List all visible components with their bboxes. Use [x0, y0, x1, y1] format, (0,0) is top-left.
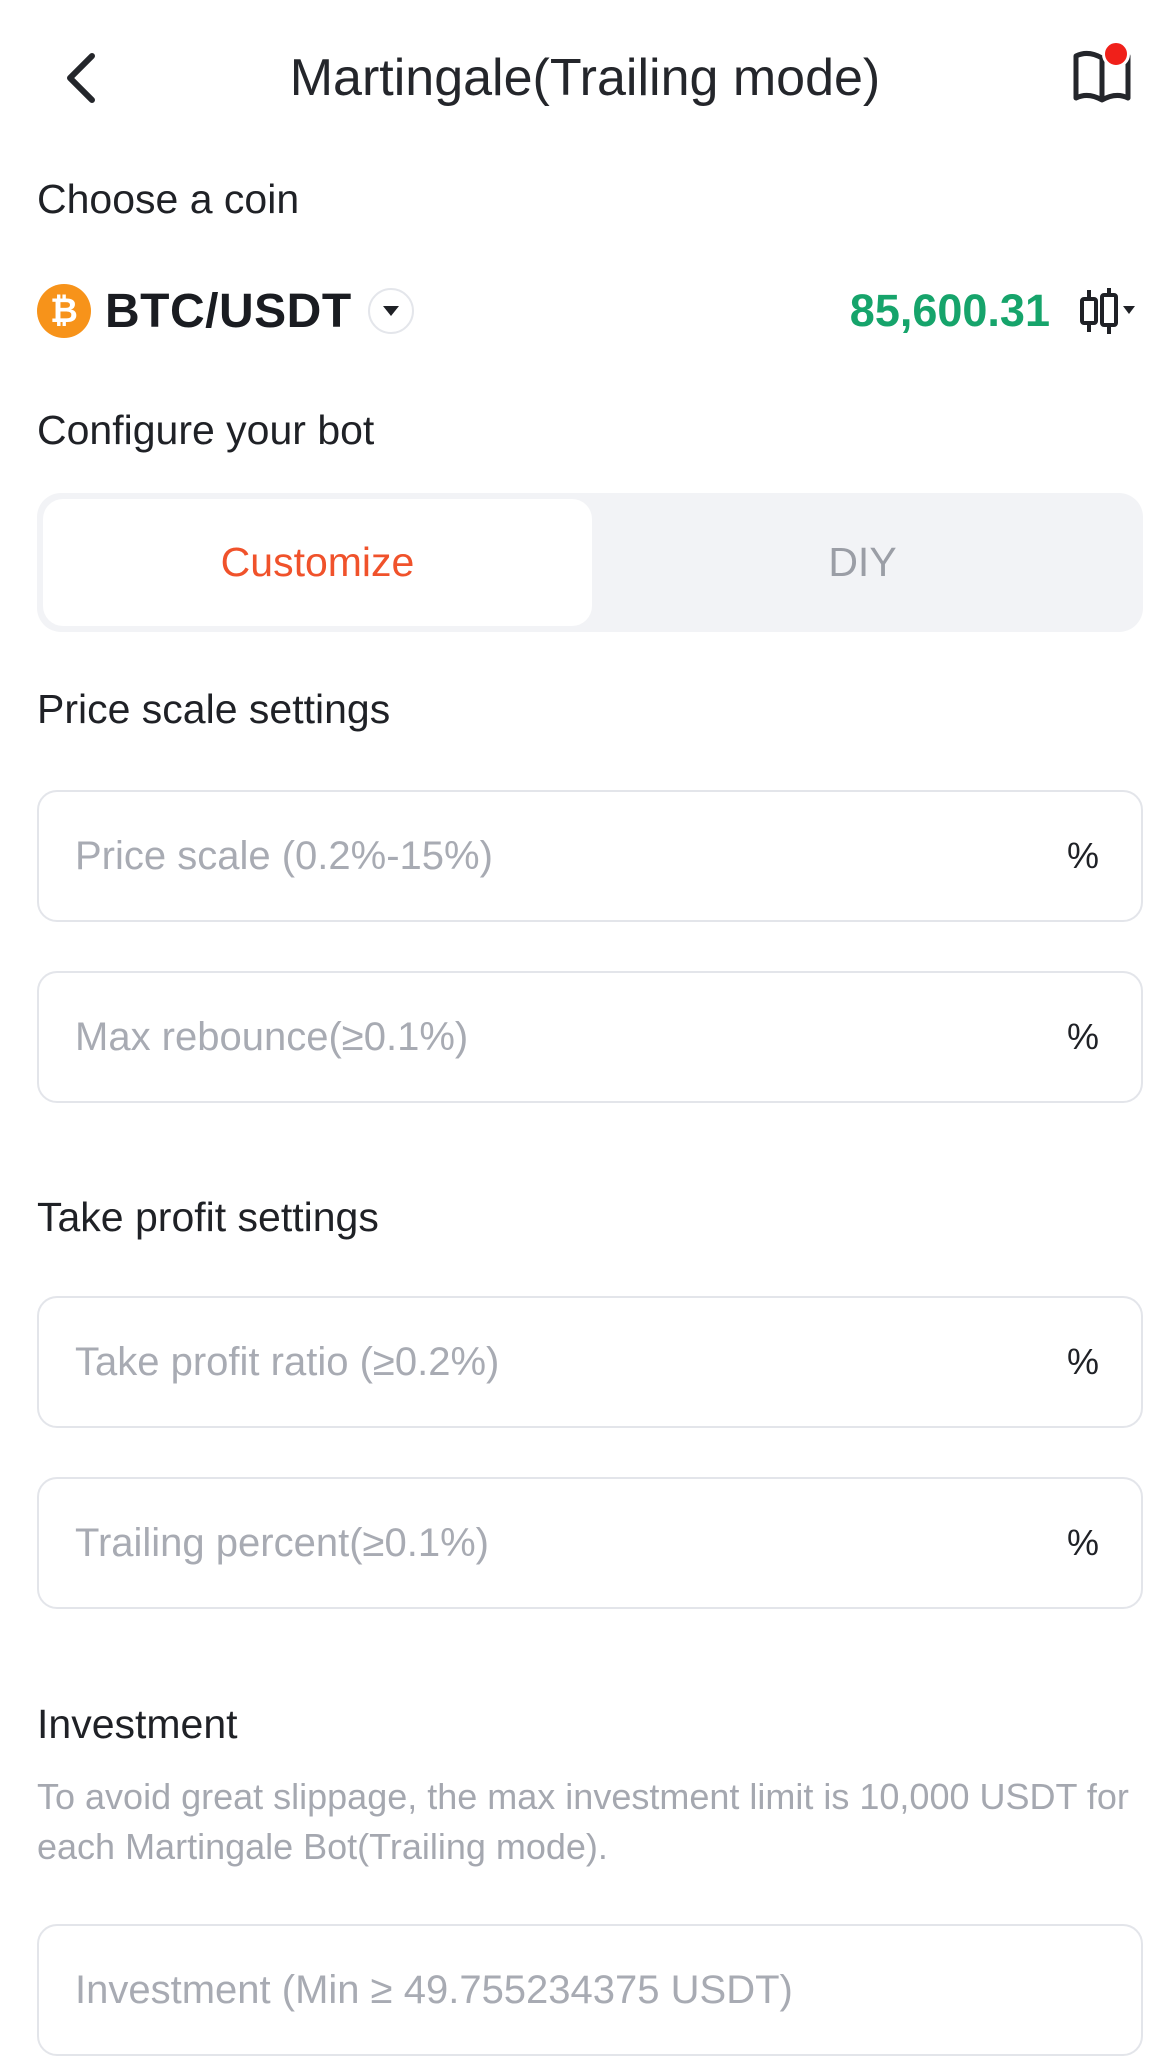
mode-toggle: Customize DIY [37, 493, 1143, 632]
candlestick-chart-icon [1080, 288, 1135, 334]
tab-customize[interactable]: Customize [43, 499, 592, 626]
percent-unit: % [1066, 1522, 1099, 1563]
price-scale-input[interactable] [75, 792, 1021, 920]
investment-field [37, 1924, 1143, 2056]
back-button[interactable] [48, 42, 112, 114]
coin-row: ₿ BTC/USDT 85,600.31 [37, 276, 1140, 346]
trailing-percent-input[interactable] [75, 1479, 1021, 1607]
percent-unit: % [1066, 1016, 1099, 1057]
investment-note: To avoid great slippage, the max investm… [37, 1776, 1129, 1867]
take-profit-ratio-field: % [37, 1296, 1143, 1428]
take-profit-ratio-input[interactable] [75, 1298, 1021, 1426]
price-scale-settings-label: Price scale settings [37, 686, 391, 732]
notification-dot [1102, 40, 1130, 68]
bitcoin-icon: ₿ [37, 284, 91, 338]
guide-button[interactable] [1060, 36, 1144, 120]
page-title: Martingale(Trailing mode) [289, 49, 881, 107]
chart-button[interactable] [1076, 284, 1140, 338]
max-rebounce-input[interactable] [75, 973, 1021, 1101]
percent-unit: % [1066, 1341, 1099, 1382]
trailing-percent-field: % [37, 1477, 1143, 1609]
investment-label: Investment [37, 1701, 238, 1747]
coin-pair-selector[interactable]: ₿ BTC/USDT [37, 276, 414, 346]
last-price: 85,600.31 [849, 285, 1050, 336]
price-scale-field: % [37, 790, 1143, 922]
choose-coin-label: Choose a coin [37, 176, 300, 222]
max-rebounce-field: % [37, 971, 1143, 1103]
investment-input[interactable] [75, 1926, 1021, 2054]
pair-name: BTC/USDT [105, 284, 352, 338]
chevron-left-icon [67, 53, 95, 103]
app-header: Martingale(Trailing mode) [0, 0, 1170, 156]
percent-unit: % [1066, 835, 1099, 876]
take-profit-settings-label: Take profit settings [37, 1194, 379, 1240]
configure-bot-label: Configure your bot [37, 407, 375, 453]
tab-diy[interactable]: DIY [588, 499, 1137, 626]
caret-down-icon[interactable] [367, 288, 414, 334]
